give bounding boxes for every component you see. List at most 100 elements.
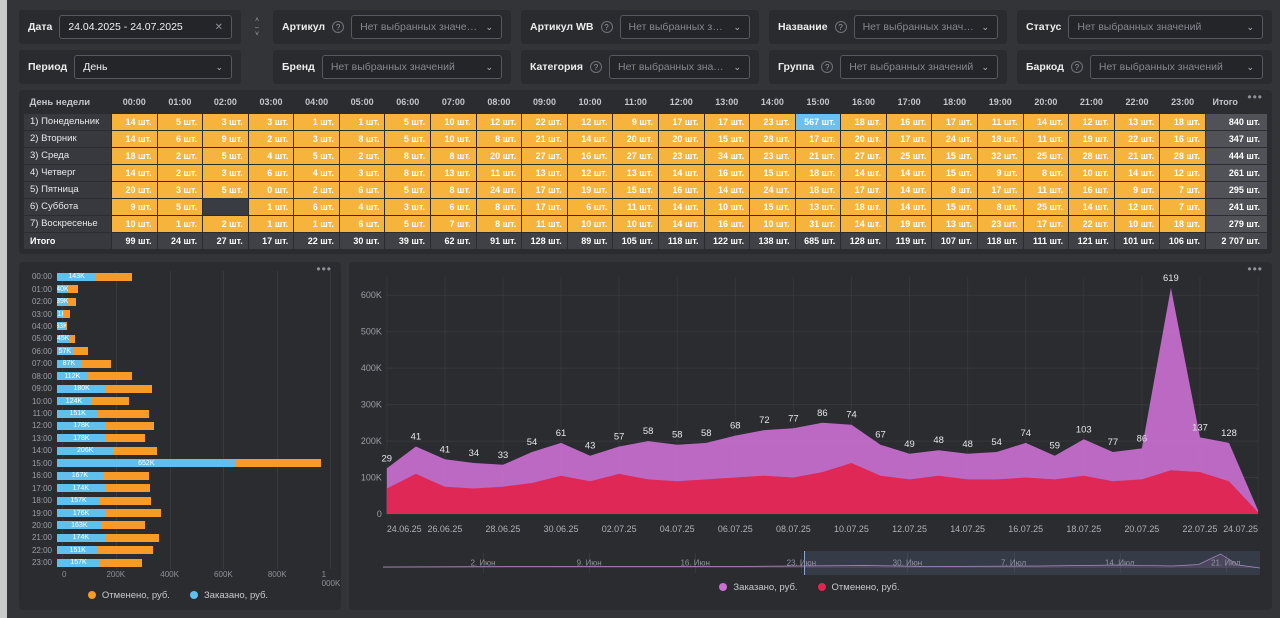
cancelled-bar[interactable] bbox=[62, 310, 70, 319]
heatmap-cell[interactable]: 13 шт. bbox=[612, 163, 659, 182]
clear-icon[interactable]: ✕ bbox=[215, 22, 223, 33]
ordered-bar[interactable]: 57K bbox=[57, 347, 73, 356]
ordered-bar[interactable]: 178K bbox=[57, 421, 106, 430]
heatmap-cell[interactable]: 5 шт. bbox=[384, 214, 432, 233]
heatmap-cell[interactable]: 17 шт. bbox=[840, 180, 887, 199]
group-select[interactable]: Нет выбранных значений ⌄ bbox=[840, 55, 998, 79]
heatmap-cell[interactable]: 2 шт. bbox=[202, 214, 249, 233]
more-options-icon[interactable]: ••• bbox=[316, 262, 332, 276]
heatmap-cell[interactable]: 14 шт. bbox=[840, 163, 887, 182]
heatmap-cell[interactable]: 1 шт. bbox=[293, 112, 340, 131]
date-select[interactable]: 24.04.2025 - 24.07.2025 ✕ bbox=[59, 15, 232, 39]
heatmap-cell[interactable]: 18 шт. bbox=[1159, 112, 1206, 131]
heatmap-cell[interactable]: 3 шт. bbox=[247, 112, 295, 131]
heatmap-cell[interactable]: 11 шт. bbox=[475, 163, 523, 182]
legend-item[interactable]: Заказано, руб. bbox=[719, 582, 798, 593]
heatmap-cell[interactable]: 11 шт. bbox=[1022, 180, 1070, 199]
heatmap-cell[interactable]: 6 шт. bbox=[430, 197, 477, 216]
heatmap-cell[interactable]: 17 шт. bbox=[703, 112, 751, 131]
heatmap-cell[interactable]: 24 шт. bbox=[931, 129, 978, 148]
heatmap-cell[interactable]: 21 шт. bbox=[794, 146, 842, 165]
heatmap-cell[interactable]: 14 шт. bbox=[111, 112, 158, 131]
heatmap-cell[interactable]: 2 шт. bbox=[338, 146, 386, 165]
heatmap-cell[interactable]: 15 шт. bbox=[931, 146, 978, 165]
cancelled-bar[interactable] bbox=[87, 372, 132, 381]
navigator-selection[interactable] bbox=[803, 550, 1260, 575]
heatmap-cell[interactable]: 4 шт. bbox=[338, 197, 386, 216]
heatmap-cell[interactable]: 23 шт. bbox=[976, 214, 1024, 233]
ordered-bar[interactable]: 174K bbox=[57, 484, 105, 493]
heatmap-cell[interactable]: 20 шт. bbox=[840, 129, 887, 148]
heatmap-cell[interactable]: 23 шт. bbox=[749, 112, 796, 131]
heatmap-cell[interactable]: 9 шт. bbox=[202, 129, 249, 148]
heatmap-cell[interactable]: 32 шт. bbox=[976, 146, 1024, 165]
heatmap-cell[interactable]: 18 шт. bbox=[840, 197, 887, 216]
heatmap-cell[interactable]: 3 шт. bbox=[156, 180, 204, 199]
heatmap-cell[interactable]: 15 шт. bbox=[931, 197, 978, 216]
cancelled-bar[interactable] bbox=[72, 347, 88, 356]
legend-item[interactable]: Заказано, руб. bbox=[189, 590, 268, 601]
cancelled-bar[interactable] bbox=[101, 521, 146, 530]
heatmap-cell[interactable]: 1 шт. bbox=[293, 214, 340, 233]
heatmap-cell[interactable]: 14 шт. bbox=[840, 214, 887, 233]
heatmap-cell[interactable]: 10 шт. bbox=[749, 214, 796, 233]
heatmap-cell[interactable]: 10 шт. bbox=[612, 214, 659, 233]
heatmap-cell[interactable]: 1 шт. bbox=[156, 214, 204, 233]
heatmap-cell[interactable]: 13 шт. bbox=[521, 163, 568, 182]
ordered-bar[interactable]: 40K bbox=[57, 285, 68, 294]
ordered-bar[interactable]: 151K bbox=[57, 409, 99, 418]
heatmap-cell[interactable]: 3 шт. bbox=[384, 197, 432, 216]
heatmap-cell[interactable]: 8 шт. bbox=[931, 180, 978, 199]
heatmap-cell[interactable]: 28 шт. bbox=[1159, 146, 1206, 165]
name-select[interactable]: Нет выбранных значений ⌄ bbox=[853, 15, 998, 39]
heatmap-cell[interactable]: 28 шт. bbox=[749, 129, 796, 148]
heatmap-cell[interactable]: 17 шт. bbox=[794, 129, 842, 148]
ordered-bar[interactable]: 157K bbox=[57, 496, 101, 505]
heatmap-cell[interactable]: 5 шт. bbox=[384, 129, 432, 148]
ordered-bar[interactable]: 45K bbox=[57, 334, 70, 343]
ordered-bar[interactable]: 33K bbox=[57, 322, 67, 331]
heatmap-cell[interactable]: 20 шт. bbox=[657, 129, 705, 148]
heatmap-cell[interactable]: 15 шт. bbox=[703, 129, 751, 148]
cancelled-bar[interactable] bbox=[80, 359, 111, 368]
heatmap-cell[interactable]: 10 шт. bbox=[430, 129, 477, 148]
heatmap-cell[interactable]: 14 шт. bbox=[111, 163, 158, 182]
heatmap-cell[interactable]: 14 шт. bbox=[1022, 112, 1070, 131]
heatmap-cell[interactable]: 16 шт. bbox=[657, 180, 705, 199]
heatmap-cell[interactable]: 34 шт. bbox=[703, 146, 751, 165]
heatmap-cell[interactable]: 22 шт. bbox=[1113, 129, 1161, 148]
heatmap-cell[interactable]: 18 шт. bbox=[111, 146, 158, 165]
heatmap-cell[interactable]: 18 шт. bbox=[840, 112, 887, 131]
heatmap-cell[interactable]: 22 шт. bbox=[1068, 214, 1115, 233]
heatmap-cell[interactable]: 4 шт. bbox=[247, 146, 295, 165]
ordered-bar[interactable]: 206K bbox=[57, 446, 114, 455]
heatmap-cell[interactable]: 10 шт. bbox=[1068, 163, 1115, 182]
cancelled-bar[interactable] bbox=[106, 384, 152, 393]
ordered-bar[interactable]: 124K bbox=[57, 397, 91, 406]
heatmap-cell[interactable]: 18 шт. bbox=[794, 163, 842, 182]
heatmap-cell[interactable]: 9 шт. bbox=[111, 197, 158, 216]
heatmap-cell[interactable]: 24 шт. bbox=[749, 180, 796, 199]
heatmap-cell[interactable]: 6 шт. bbox=[156, 129, 204, 148]
heatmap-cell[interactable]: 5 шт. bbox=[384, 112, 432, 131]
category-select[interactable]: Нет выбранных значений ⌄ bbox=[609, 55, 750, 79]
heatmap-cell[interactable]: 19 шт. bbox=[566, 180, 614, 199]
heatmap-cell[interactable]: 567 шт. bbox=[794, 112, 842, 131]
heatmap-cell[interactable]: 8 шт. bbox=[1022, 163, 1070, 182]
heatmap-cell[interactable]: 8 шт. bbox=[384, 163, 432, 182]
heatmap-cell[interactable]: 2 шт. bbox=[156, 146, 204, 165]
cancelled-bar[interactable] bbox=[100, 496, 151, 505]
heatmap-cell[interactable]: 17 шт. bbox=[1022, 214, 1070, 233]
heatmap-cell[interactable]: 7 шт. bbox=[1159, 197, 1206, 216]
heatmap-cell[interactable]: 7 шт. bbox=[430, 214, 477, 233]
heatmap-cell[interactable]: 25 шт. bbox=[1022, 197, 1070, 216]
info-icon[interactable]: ? bbox=[600, 21, 613, 33]
heatmap-cell[interactable]: 19 шт. bbox=[1068, 129, 1115, 148]
heatmap-cell[interactable]: 6 шт. bbox=[566, 197, 614, 216]
info-icon[interactable]: ? bbox=[590, 61, 603, 73]
heatmap-cell[interactable]: 17 шт. bbox=[931, 112, 978, 131]
heatmap-cell[interactable]: 9 шт. bbox=[612, 112, 659, 131]
heatmap-cell[interactable]: 12 шт. bbox=[1113, 197, 1161, 216]
cancelled-bar[interactable] bbox=[104, 484, 150, 493]
heatmap-cell[interactable]: 8 шт. bbox=[384, 146, 432, 165]
